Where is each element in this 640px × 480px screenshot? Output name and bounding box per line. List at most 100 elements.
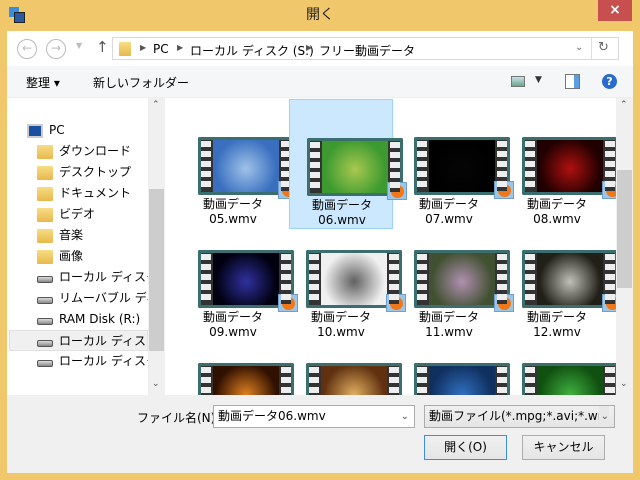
nav-item[interactable]: RAM Disk (R:) [37,309,155,330]
filename-value: 動画データ06.wmv [218,409,326,423]
refresh-icon[interactable]: ↻ [598,40,609,55]
window-title: 開く [306,7,334,23]
nav-scrollbar[interactable]: ⌃ ⌄ [148,98,165,395]
file-name: 動画データ [418,310,479,324]
scroll-up-icon[interactable]: ⌃ [620,100,628,110]
nav-item[interactable]: PC [27,120,145,141]
scroll-up-icon[interactable]: ⌃ [152,100,160,110]
video-thumbnail [522,363,616,395]
chevron-right-icon: ▶ [177,43,184,52]
filename-input[interactable]: 動画データ06.wmv ⌄ [213,405,415,428]
navigation-pane: PC ダウンロードデスクトップドキュメントビデオ音楽画像ローカル ディスク (C:… [7,98,165,395]
recent-dropdown-icon[interactable]: ▼ [76,41,82,50]
file-item[interactable]: 動画データ 07.wmv [397,99,514,229]
file-name: 動画データ [310,310,371,324]
file-item[interactable] [289,325,402,395]
nav-item-label: ローカル ディスク (C:) [59,270,155,284]
close-button[interactable]: × [598,0,632,21]
filetype-select[interactable]: 動画ファイル(*.mpg;*.avi;*.wr ⌄ [424,405,615,428]
nav-item-label: 音楽 [59,228,84,242]
file-item[interactable] [397,325,510,395]
filetype-value: 動画ファイル(*.mpg;*.avi;*.wr [429,409,603,423]
file-item[interactable]: 動画データ 09.wmv [181,212,298,342]
organize-button[interactable]: 整理 ▾ [26,74,60,91]
nav-item-label: ローカル ディスク (X:) [59,354,155,368]
file-item[interactable]: 動画データ 11.wmv [397,212,514,342]
nav-item[interactable]: 音楽 [37,225,155,246]
help-icon[interactable]: ? [602,74,617,89]
back-button[interactable]: ← [17,39,37,59]
video-thumbnail [198,363,294,395]
nav-item-label: 画像 [59,249,84,263]
nav-item[interactable]: リムーバブル ディスク [37,288,155,309]
file-item[interactable]: 動画データ 08.wmv [505,99,616,229]
video-thumbnail [306,250,406,312]
new-folder-button[interactable]: 新しいフォルダー [93,74,189,91]
scrollbar-thumb[interactable] [617,170,632,288]
file-scrollbar[interactable]: ⌃ ⌄ [616,98,633,395]
file-name: 動画データ [418,197,479,211]
documents-folder-icon [37,186,53,201]
cancel-button[interactable]: キャンセル [522,435,605,460]
video-thumbnail [198,137,298,199]
address-bar[interactable]: ▶ PC ▶ ローカル ディスク (S:) ▶ フリー動画データ ⌄ ↻ [112,37,619,60]
nav-item-label: ドキュメント [59,186,132,200]
chevron-down-icon[interactable]: ⌄ [598,406,609,427]
nav-item-label: デスクトップ [59,165,132,179]
nav-item-label: リムーバブル ディスク [59,291,155,305]
nav-item[interactable]: デスクトップ [37,162,155,183]
video-thumbnail [414,137,514,199]
scrollbar-thumb[interactable] [149,189,164,351]
nav-item-label: RAM Disk (R:) [59,312,141,326]
scroll-down-icon[interactable]: ⌄ [152,379,160,389]
nav-item[interactable]: 画像 [37,246,155,267]
view-dropdown-icon[interactable]: ▼ [535,75,542,85]
nav-item[interactable]: ドキュメント [37,183,155,204]
video-thumbnail [414,250,514,312]
forward-button[interactable]: → [46,39,66,59]
file-item[interactable]: 動画データ 05.wmv [181,99,298,229]
nav-item[interactable]: ダウンロード [37,141,155,162]
video-thumbnail [414,363,510,395]
file-item[interactable] [505,325,616,395]
view-options-icon[interactable] [511,76,525,87]
nav-item[interactable]: ビデオ [37,204,155,225]
up-button[interactable]: ↑ [96,38,109,56]
file-item[interactable]: 動画データ 06.wmv [289,99,407,229]
drive-icon [37,340,53,347]
file-name: 動画データ [526,197,587,211]
file-item[interactable] [181,325,294,395]
nav-item[interactable]: ローカル ディスク (S:) [9,330,148,351]
bottom-panel: ファイル名(N): 動画データ06.wmv ⌄ 動画ファイル(*.mpg;*.av… [7,395,633,473]
breadcrumb-drive[interactable]: ローカル ディスク (S:) [190,42,314,59]
open-button[interactable]: 開く(O) [424,435,507,460]
toolbar: 整理 ▾ 新しいフォルダー ▼ ? [7,66,633,98]
file-name: 動画データ [202,310,263,324]
nav-item[interactable]: ローカル ディスク (C:) [37,267,155,288]
nav-item-label: ローカル ディスク (S:) [59,334,147,348]
nav-item-label: ビデオ [59,207,96,221]
preview-pane-icon[interactable] [565,74,580,89]
file-item[interactable]: 動画データ 10.wmv [289,212,406,342]
folder-icon [119,42,131,56]
file-item[interactable]: 動画データ 12.wmv [505,212,616,342]
video-thumbnail [522,250,616,312]
file-name: 動画データ [202,197,263,211]
file-name: 動画データ [526,310,587,324]
chevron-down-icon[interactable]: ⌄ [575,42,583,53]
pc-icon [27,123,43,138]
video-thumbnail [306,363,402,395]
chevron-right-icon: ▶ [140,43,147,52]
video-thumbnail [522,137,616,199]
file-name: 動画データ [311,198,372,212]
drive-icon [37,318,53,325]
removable-drive-icon [37,297,53,304]
downloads-folder-icon [37,144,53,159]
chevron-down-icon[interactable]: ⌄ [401,406,409,427]
breadcrumb-folder[interactable]: フリー動画データ [319,42,415,59]
nav-item[interactable]: ローカル ディスク (X:) [37,351,155,372]
scroll-down-icon[interactable]: ⌄ [620,379,628,389]
pictures-folder-icon [37,249,53,264]
breadcrumb-pc[interactable]: PC [153,42,169,56]
nav-item-label: ダウンロード [59,144,132,158]
